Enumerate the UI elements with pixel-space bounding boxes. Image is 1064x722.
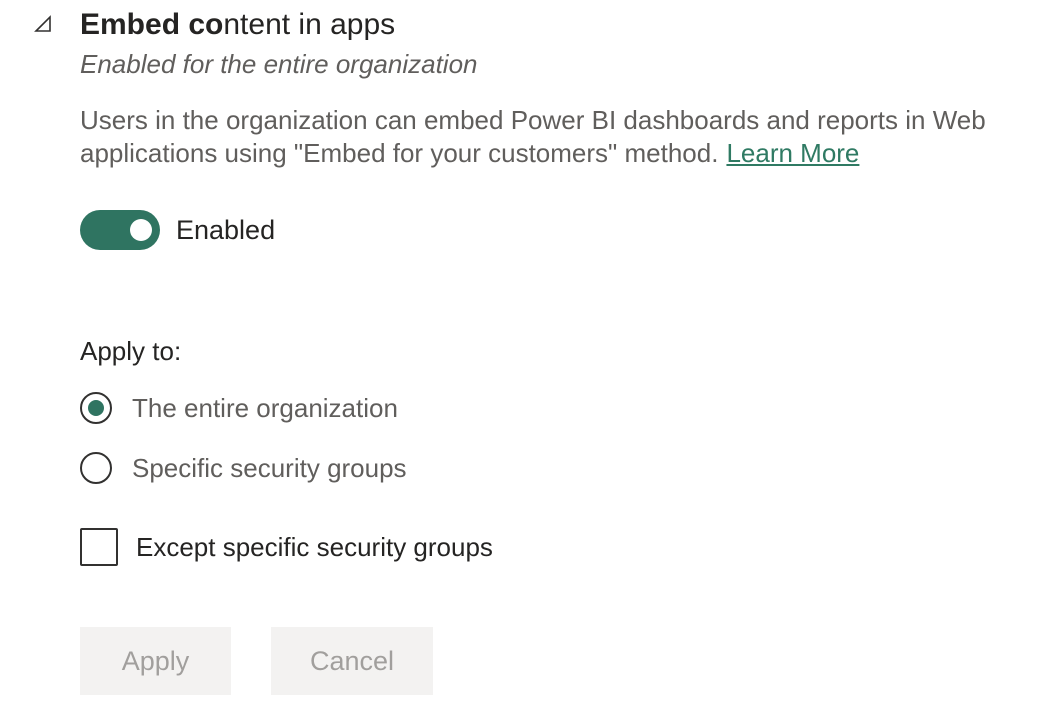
radio-entire-organization[interactable]: The entire organization <box>80 392 398 424</box>
section-title-rest: ntent in apps <box>223 8 396 41</box>
except-security-groups-row[interactable]: Except specific security groups <box>80 528 493 566</box>
description-line-1: Users in the organization can embed Powe… <box>80 105 986 135</box>
collapse-triangle-icon[interactable] <box>34 14 54 34</box>
section-subtitle: Enabled for the entire organization <box>80 49 478 79</box>
radio-label-specific-security-groups: Specific security groups <box>132 452 407 483</box>
except-security-groups-checkbox[interactable] <box>80 528 118 566</box>
enabled-toggle[interactable] <box>80 210 160 250</box>
radio-specific-security-groups[interactable]: Specific security groups <box>80 452 407 484</box>
except-security-groups-label: Except specific security groups <box>136 531 493 562</box>
section-description: Users in the organization can embed Powe… <box>80 104 1055 170</box>
settings-panel: Embed content in apps Enabled for the en… <box>0 0 1064 722</box>
radio-label-entire-organization: The entire organization <box>132 392 398 423</box>
description-line-2: applications using "Embed for your custo… <box>80 137 1055 170</box>
apply-to-label: Apply to: <box>80 336 182 366</box>
radio-button-checked[interactable] <box>80 392 112 424</box>
enabled-toggle-row: Enabled <box>80 210 275 250</box>
cancel-button[interactable]: Cancel <box>271 627 433 695</box>
section-title-bold: Embed co <box>80 8 224 41</box>
radio-button-unchecked[interactable] <box>80 452 112 484</box>
toggle-label: Enabled <box>176 214 276 245</box>
apply-button[interactable]: Apply <box>80 627 231 695</box>
toggle-knob <box>130 219 152 241</box>
section-title: Embed content in apps <box>80 8 395 42</box>
description-line-2-text: applications using "Embed for your custo… <box>80 138 719 168</box>
learn-more-link[interactable]: Learn More <box>726 138 859 168</box>
